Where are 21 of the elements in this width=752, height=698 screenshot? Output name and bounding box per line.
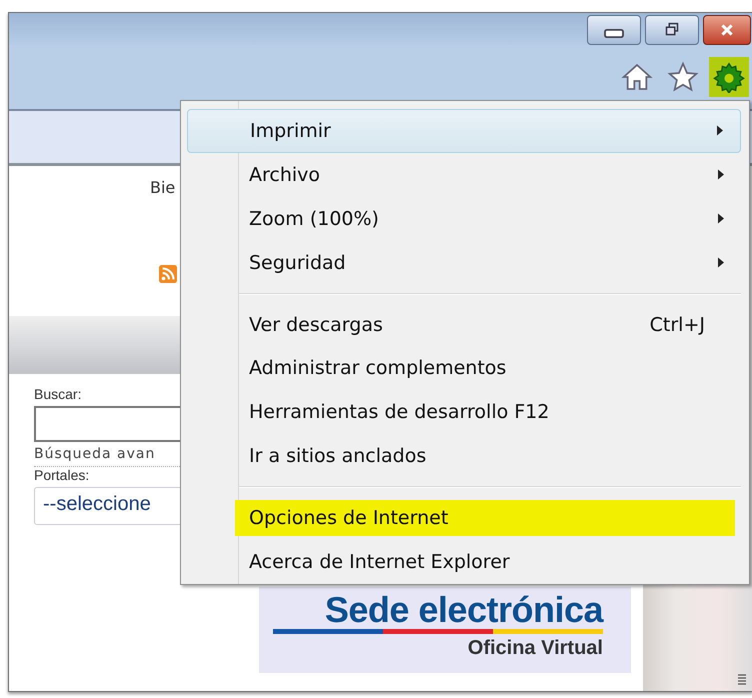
- welcome-text: Bie: [150, 178, 176, 197]
- sede-logo: Sede electrónica Oficina Virtual: [259, 587, 631, 673]
- minimize-button[interactable]: [587, 15, 641, 45]
- menu-item[interactable]: Ir a sitios anclados: [239, 434, 741, 478]
- minimize-icon: [604, 28, 624, 38]
- grip-icon[interactable]: [737, 673, 747, 685]
- menu-item[interactable]: Herramientas de desarrollo F12: [239, 390, 741, 434]
- rss-icon: [159, 265, 177, 283]
- portals-label: Portales:: [34, 467, 90, 483]
- settings-button[interactable]: [709, 57, 749, 97]
- menu-item[interactable]: Archivo: [239, 152, 741, 197]
- menu-item[interactable]: Seguridad: [239, 240, 741, 285]
- search-label: Buscar:: [34, 386, 82, 402]
- menu-item[interactable]: Opciones de Internet: [235, 500, 735, 536]
- menu-item[interactable]: Acerca de Internet Explorer: [239, 540, 741, 584]
- menu-item[interactable]: Ver descargas Ctrl+J: [239, 302, 741, 346]
- menu-item[interactable]: Administrar complementos: [239, 346, 741, 390]
- menu-item[interactable]: Zoom (100%): [239, 196, 741, 241]
- restore-button[interactable]: [645, 15, 699, 45]
- close-button[interactable]: [703, 15, 751, 45]
- menu-item[interactable]: Imprimir: [187, 109, 741, 153]
